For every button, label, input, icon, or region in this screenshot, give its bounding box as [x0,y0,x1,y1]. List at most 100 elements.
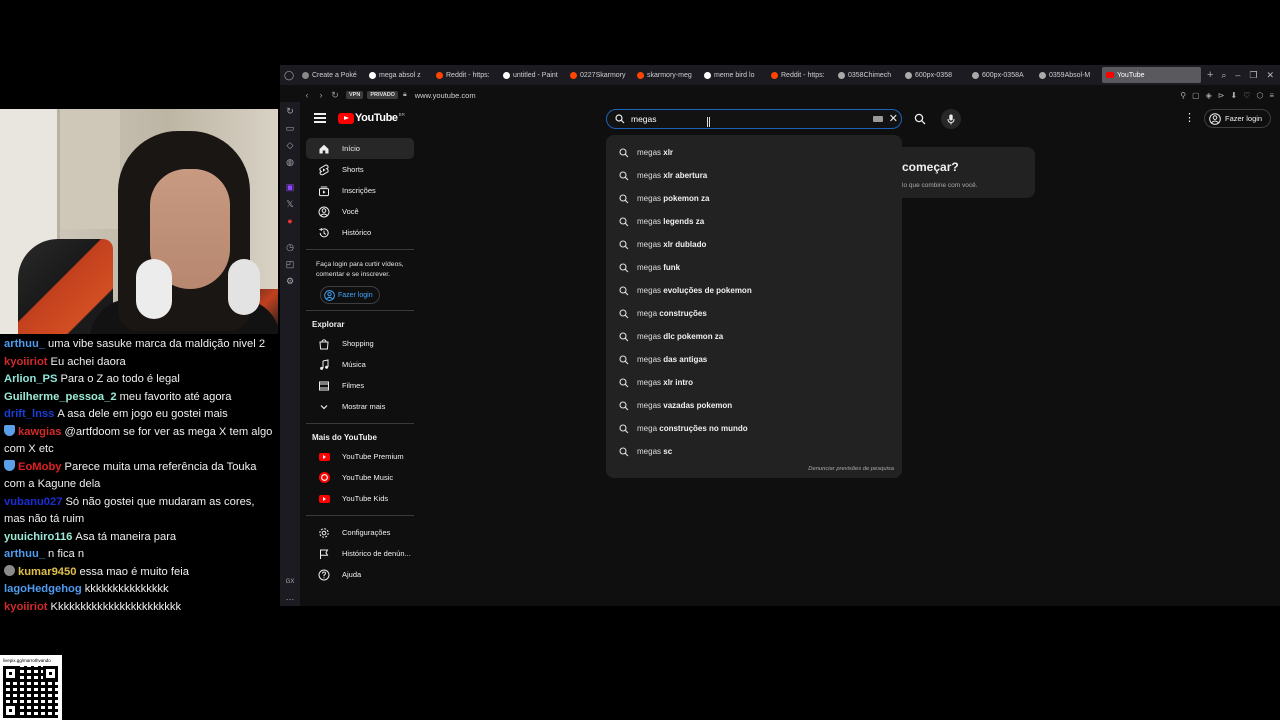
search-box[interactable]: ✕ [606,109,902,129]
shield-icon[interactable]: ◈ [1206,91,1212,100]
search-suggestion[interactable]: megas vazadas pokemon [606,394,902,417]
x-icon[interactable]: 𝕏 [285,199,295,209]
browser-tab[interactable]: meme bird lo [700,67,767,83]
twitch-icon[interactable]: ▣ [285,182,295,192]
guide-item-ajuda[interactable]: Ajuda [306,564,414,585]
browser-tab[interactable]: untitled - Paint [499,67,566,83]
browser-tab[interactable]: 0358Chimech [834,67,901,83]
settings-menu-icon[interactable]: ⋮ [1184,111,1195,124]
search-suggestion[interactable]: megas legends za [606,210,902,233]
search-suggestion[interactable]: megas xlr [606,141,902,164]
search-input[interactable] [631,114,871,124]
close-window-icon[interactable]: ✕ [1266,70,1274,81]
chat-username[interactable]: kyoiiriot [4,601,48,613]
search-suggestion[interactable]: megas xlr intro [606,371,902,394]
chat-username[interactable]: vubanu027 [4,496,62,508]
chat-username[interactable]: arthuu_ [4,548,45,560]
shield-icon[interactable]: ◇ [285,140,295,150]
search-suggestion[interactable]: megas pokemon za [606,187,902,210]
guide-item-m-sica[interactable]: Música [306,354,414,375]
clear-search-icon[interactable]: ✕ [889,112,898,125]
guide-item-label: Histórico [342,228,372,237]
guide-item-youtube-music[interactable]: YouTube Music [306,467,414,488]
chat-username[interactable]: arthuu_ [4,338,45,350]
chat-username[interactable]: Arlion_PS [4,373,57,385]
guide-item-filmes[interactable]: Filmes [306,375,414,396]
chat-username[interactable]: lagoHedgehog [4,583,82,595]
browser-tab[interactable]: 0359Absol-M [1035,67,1102,83]
guide-menu-icon[interactable] [314,113,326,123]
browser-tab[interactable]: Create a Poké [298,67,365,83]
clock-icon[interactable]: ◷ [285,242,295,252]
forward-icon[interactable]: › [314,90,328,100]
chat-username[interactable]: kyoiiriot [4,356,48,368]
chat-username[interactable]: kumar9450 [18,566,76,578]
guide-sign-in-button[interactable]: Fazer login [320,286,380,304]
guide-item-configura-es[interactable]: Configurações [306,522,414,543]
browser-tab[interactable]: 600px-0358A [968,67,1035,83]
browser-tab[interactable]: Reddit - https: [767,67,834,83]
chat-username[interactable]: kawgias [18,426,62,438]
search-suggestion[interactable]: megas das antigas [606,348,902,371]
search-button[interactable] [906,109,934,129]
report-predictions-link[interactable]: Denunciar previsões de pesquisa [808,466,894,472]
chat-username[interactable]: drift_lnss [4,408,54,420]
search-suggestion[interactable]: megas sc [606,440,902,463]
gear-icon[interactable]: ⚙ [285,276,295,286]
browser-tab[interactable]: YouTube [1102,67,1201,83]
vpn-badge[interactable]: VPN [346,91,364,99]
youtube-logo[interactable]: YouTube BR [338,112,405,124]
chat-username[interactable]: yuuichiro116 [4,531,72,543]
more-icon[interactable]: … [285,592,295,602]
chat-username[interactable]: EoMoby [18,461,62,473]
whatsapp-icon[interactable]: ◍ [285,157,295,167]
guide-item-youtube-kids[interactable]: YouTube Kids [306,488,414,509]
guide-item-inscri-es[interactable]: Inscrições [306,180,414,201]
sign-in-button[interactable]: Fazer login [1204,109,1272,128]
box-icon[interactable]: ◰ [285,259,295,269]
search-tabs-icon[interactable]: ⌕ [1221,70,1226,81]
back-icon[interactable]: ‹ [300,90,314,100]
search-suggestion[interactable]: mega construções [606,302,902,325]
restore-icon[interactable]: ❐ [1249,70,1257,81]
music-icon[interactable]: ● [285,216,295,226]
wallet-icon[interactable]: ▭ [285,123,295,133]
menu-icon[interactable]: ≡ [1269,91,1274,100]
download-icon[interactable]: ⬇︎ [1230,91,1237,100]
guide-item-hist-rico-de-den-n[interactable]: Histórico de denún... [306,543,414,564]
browser-tab[interactable]: mega absol z [365,67,432,83]
keyboard-icon[interactable] [873,116,883,122]
guide-item-youtube-premium[interactable]: YouTube Premium [306,446,414,467]
browser-menu-icon[interactable]: ◯ [280,70,298,81]
voice-search-button[interactable] [941,109,961,129]
search-suggestion[interactable]: megas xlr abertura [606,164,902,187]
browser-tab[interactable]: skarmory-meg [633,67,700,83]
new-tab-button[interactable]: + [1201,69,1219,81]
history-icon[interactable]: ↻ [285,106,295,116]
lock-icon[interactable]: 🔒︎ [403,91,407,99]
guide-item-shorts[interactable]: Shorts [306,159,414,180]
guide-item-mostrar-mais[interactable]: Mostrar mais [306,396,414,417]
settings-text-icon[interactable]: GX [285,577,295,587]
reload-icon[interactable]: ↻ [328,90,342,101]
send-icon[interactable]: ⊳ [1218,91,1225,100]
browser-tab[interactable]: 0227Skarmory [566,67,633,83]
browser-tab[interactable]: Reddit - https: [432,67,499,83]
minimize-icon[interactable]: – [1235,70,1240,81]
guide-item-hist-rico[interactable]: Histórico [306,222,414,243]
guide-item-in-cio[interactable]: Início [306,138,414,159]
guide-item-voc[interactable]: Você [306,201,414,222]
search-suggestion[interactable]: mega construções no mundo [606,417,902,440]
search-suggestion[interactable]: megas funk [606,256,902,279]
search-suggestion[interactable]: megas dlc pokemon za [606,325,902,348]
url-field[interactable]: www.youtube.com [415,91,476,100]
pin-icon[interactable]: ⚲ [1180,91,1186,100]
screenshot-icon[interactable]: ▢ [1192,91,1200,100]
search-suggestion[interactable]: megas xlr dublado [606,233,902,256]
chat-username[interactable]: Guilherme_pessoa_2 [4,391,117,403]
extensions-icon[interactable]: ⬡ [1256,91,1263,100]
guide-item-shopping[interactable]: Shopping [306,333,414,354]
search-suggestion[interactable]: megas evoluções de pokemon [606,279,902,302]
heart-icon[interactable]: ♡ [1243,91,1250,100]
browser-tab[interactable]: 600px-0358 [901,67,968,83]
